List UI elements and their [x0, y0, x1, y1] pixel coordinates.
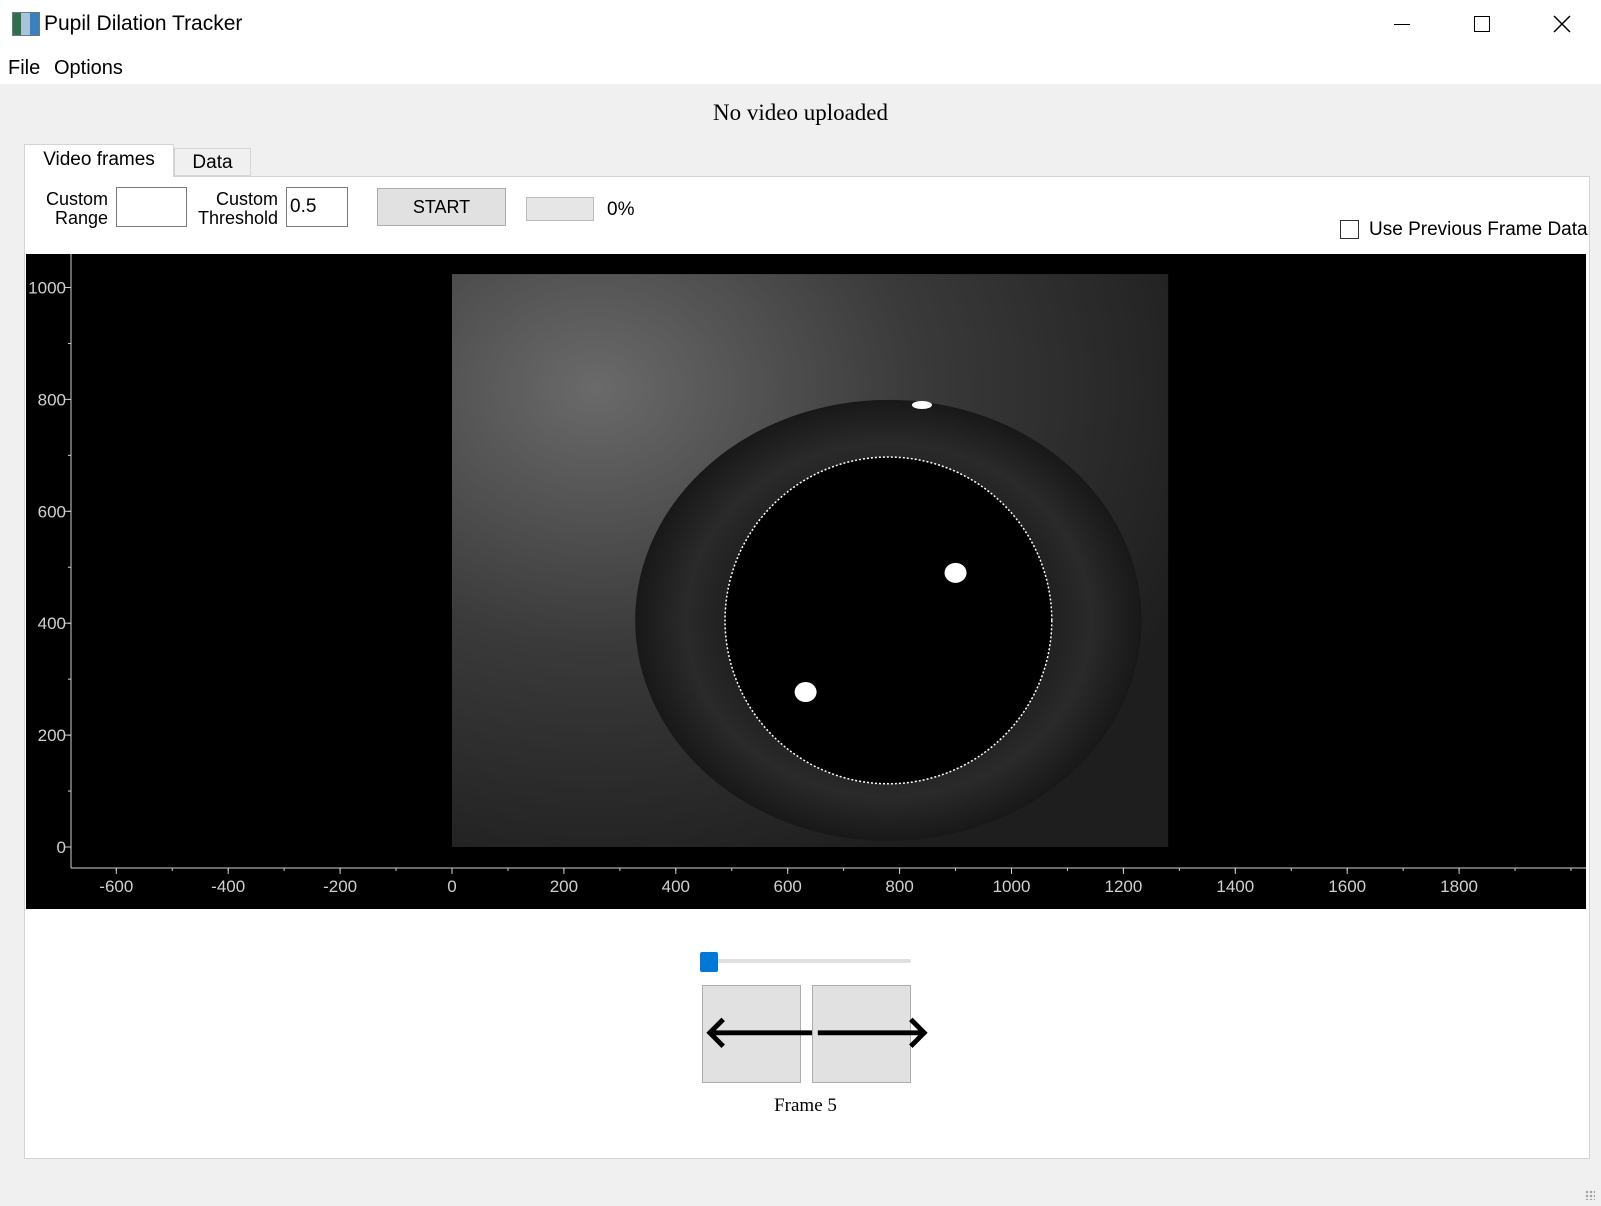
- y-tick-label: 1000: [28, 279, 66, 298]
- x-tick-label: 1400: [1216, 877, 1254, 896]
- x-tick-label: 200: [550, 877, 578, 896]
- eye-video-frame: [452, 274, 1169, 847]
- x-tick-label: 0: [447, 877, 456, 896]
- custom-range-label: Custom Range: [45, 189, 108, 228]
- use-previous-frame-label: Use Previous Frame Data: [1369, 219, 1588, 240]
- x-tick-label: -400: [211, 877, 245, 896]
- progress-percent: 0%: [607, 199, 635, 220]
- video-status-text: No video uploaded: [712, 100, 888, 125]
- x-tick-label: 800: [885, 877, 913, 896]
- y-tick-label: 600: [38, 502, 66, 521]
- x-tick-label: 400: [662, 877, 690, 896]
- close-button[interactable]: [1522, 0, 1601, 48]
- frame-label: Frame 5: [774, 1095, 837, 1116]
- menu-file[interactable]: File: [8, 57, 40, 80]
- menu-bar: File Options: [0, 48, 1601, 84]
- pupil: [725, 457, 1052, 784]
- minimize-button[interactable]: [1362, 0, 1442, 48]
- custom-range-input[interactable]: [116, 187, 187, 227]
- app-icon: [12, 12, 40, 36]
- glint-reflection: [911, 400, 932, 409]
- frame-slider-handle[interactable]: [700, 952, 718, 972]
- progress-bar: [526, 197, 594, 221]
- use-previous-frame-checkbox[interactable]: [1340, 220, 1359, 239]
- tab-video-frames[interactable]: Video frames: [24, 144, 174, 177]
- resize-grip[interactable]: [1585, 1190, 1595, 1200]
- title-bar: Pupil Dilation Tracker: [0, 0, 1601, 48]
- maximize-button[interactable]: [1442, 0, 1522, 48]
- x-tick-label: -600: [99, 877, 133, 896]
- x-tick-label: 1000: [993, 877, 1031, 896]
- y-tick-label: 200: [38, 726, 66, 745]
- x-tick-label: 1600: [1328, 877, 1366, 896]
- window-title: Pupil Dilation Tracker: [44, 12, 243, 35]
- x-tick-label: -200: [323, 877, 357, 896]
- next-frame-button[interactable]: 🡒: [812, 985, 931, 1083]
- y-tick-label: 0: [57, 838, 66, 857]
- y-tick-label: 800: [38, 390, 66, 409]
- x-tick-label: 600: [774, 877, 802, 896]
- arrow-right-icon: 🡒: [813, 1008, 931, 1057]
- tab-data[interactable]: Data: [174, 148, 251, 176]
- glint-reflection: [794, 682, 817, 703]
- frame-slider-track[interactable]: [700, 959, 911, 963]
- start-button[interactable]: START: [377, 188, 506, 226]
- previous-frame-button[interactable]: 🡐: [702, 985, 821, 1083]
- close-icon: [1553, 15, 1571, 33]
- x-tick-label: 1200: [1104, 877, 1142, 896]
- menu-options[interactable]: Options: [54, 57, 123, 80]
- custom-threshold-input[interactable]: 0.5: [286, 187, 348, 227]
- glint-reflection: [944, 562, 967, 583]
- y-tick-label: 400: [38, 614, 66, 633]
- x-tick-label: 1800: [1440, 877, 1478, 896]
- custom-threshold-label: Custom Threshold: [197, 189, 278, 228]
- frame-plot-svg: -600 -400 -200 0 200 400 600 800 1000 1200 1400 160…: [28, 254, 1586, 896]
- frame-plot[interactable]: -600 -400 -200 0 200 400 600 800 1000 1200 1400 160…: [26, 254, 1586, 909]
- arrow-left-icon: 🡐: [703, 1008, 821, 1057]
